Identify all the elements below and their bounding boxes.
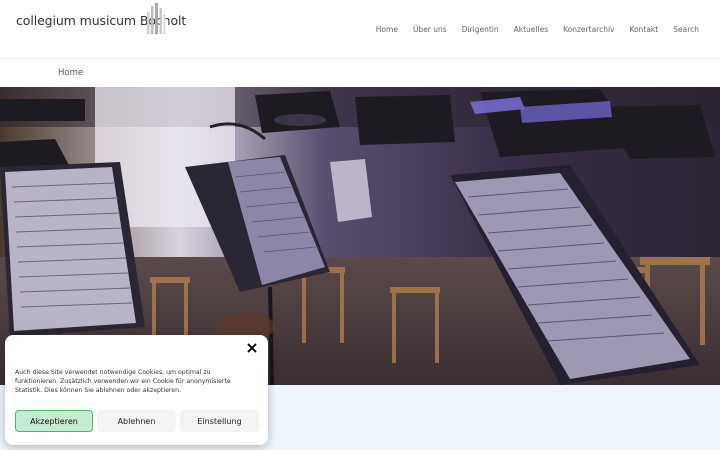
organ-pipes-logo-icon	[147, 3, 166, 34]
nav-item-dirigentin[interactable]: Dirigentin	[462, 25, 499, 34]
deny-button[interactable]: Ablehnen	[97, 410, 176, 432]
cookie-banner: Auch diese Site verwendet notwendige Coo…	[5, 335, 268, 445]
cookie-message: Auch diese Site verwendet notwendige Coo…	[15, 369, 231, 394]
nav-item-konzertarchiv[interactable]: Konzertarchiv	[563, 25, 614, 34]
nav-item-aktuelles[interactable]: Aktuelles	[514, 25, 548, 34]
nav-item-ueber-uns[interactable]: Über uns	[413, 25, 447, 34]
site-header: collegium musicum Bocholt Home Über uns …	[0, 0, 720, 59]
nav-item-kontakt[interactable]: Kontakt	[630, 25, 659, 34]
main-nav: Home Über uns Dirigentin Aktuelles Konze…	[376, 25, 699, 34]
accept-button[interactable]: Akzeptieren	[15, 410, 93, 432]
breadcrumb: Home	[58, 68, 84, 78]
close-icon[interactable]	[245, 341, 259, 355]
settings-button[interactable]: Einstellung	[180, 410, 259, 432]
nav-item-search[interactable]: Search	[673, 25, 699, 34]
nav-item-home[interactable]: Home	[376, 25, 398, 34]
